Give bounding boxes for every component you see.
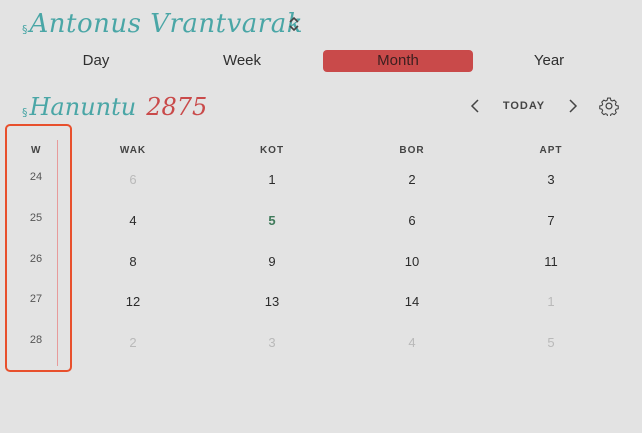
gear-icon	[599, 97, 619, 118]
month-heading: § Hanuntu 2875	[22, 90, 207, 124]
week-number: 26	[29, 253, 43, 265]
calendar-header: § Antonus Vrantvarak	[22, 6, 303, 42]
day-cell[interactable]: 5	[531, 335, 571, 350]
day-cell[interactable]: 3	[531, 172, 571, 187]
tab-day[interactable]: Day	[66, 50, 126, 72]
year-number: 2875	[146, 93, 208, 121]
day-cell-today[interactable]: 5	[252, 213, 292, 228]
tab-week[interactable]: Week	[210, 50, 274, 72]
day-cell[interactable]: 7	[531, 213, 571, 228]
previous-month-button[interactable]	[466, 96, 484, 116]
day-cell[interactable]: 12	[113, 294, 153, 309]
weekday-header: KOT	[259, 145, 285, 156]
day-cell[interactable]: 10	[392, 254, 432, 269]
weekday-header: APT	[539, 145, 563, 156]
week-column-divider	[57, 140, 58, 366]
day-cell[interactable]: 14	[392, 294, 432, 309]
section-mark: §	[22, 105, 28, 119]
day-cell[interactable]: 2	[392, 172, 432, 187]
day-cell[interactable]: 6	[113, 172, 153, 187]
week-number: 27	[29, 293, 43, 305]
today-button[interactable]: TODAY	[496, 97, 552, 115]
calendar-title: Antonus Vrantvarak	[29, 9, 303, 39]
day-cell[interactable]: 6	[392, 213, 432, 228]
day-cell[interactable]: 3	[252, 335, 292, 350]
month-name: Hanuntu	[29, 93, 137, 121]
day-cell[interactable]: 11	[531, 254, 571, 269]
chevron-up-down-icon	[289, 16, 299, 32]
weekday-header: WAK	[119, 145, 147, 156]
chevron-right-icon	[569, 99, 578, 113]
day-cell[interactable]: 4	[392, 335, 432, 350]
view-tabs: Day Week Month Year	[0, 50, 642, 73]
tab-month[interactable]: Month	[323, 50, 473, 72]
next-month-button[interactable]	[564, 96, 582, 116]
week-number: 24	[29, 171, 43, 183]
week-number: 28	[29, 334, 43, 346]
day-cell[interactable]: 13	[252, 294, 292, 309]
day-cell[interactable]: 1	[252, 172, 292, 187]
section-mark: §	[22, 22, 28, 36]
week-number-header: W	[31, 145, 41, 156]
tab-year[interactable]: Year	[520, 50, 578, 72]
chevron-left-icon	[470, 99, 479, 113]
day-cell[interactable]: 4	[113, 213, 153, 228]
settings-button[interactable]	[599, 96, 619, 118]
day-cell[interactable]: 8	[113, 254, 153, 269]
day-cell[interactable]: 9	[252, 254, 292, 269]
day-cell[interactable]: 1	[531, 294, 571, 309]
weekday-header: BOR	[399, 145, 425, 156]
week-number: 25	[29, 212, 43, 224]
day-cell[interactable]: 2	[113, 335, 153, 350]
calendar-switcher-button[interactable]	[286, 13, 302, 35]
